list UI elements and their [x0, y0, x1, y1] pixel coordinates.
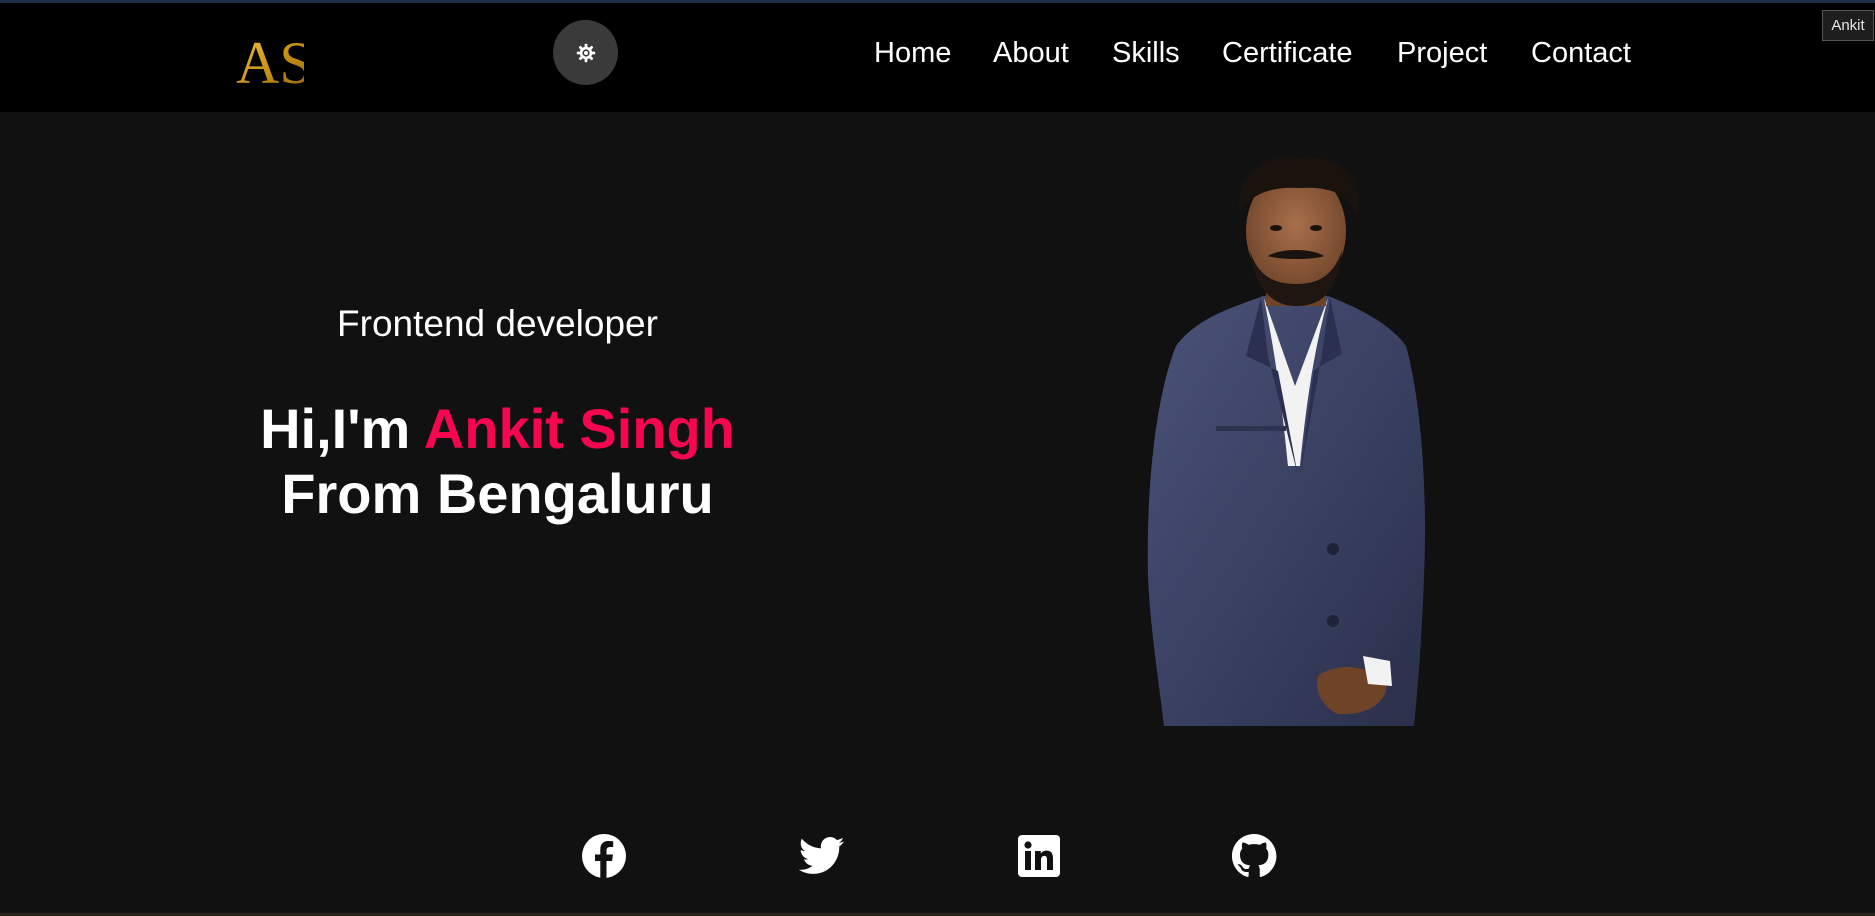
facebook-link[interactable]: [581, 833, 627, 879]
site-header: AS Home About Skills Certificate Project: [0, 3, 1875, 112]
hero-location: From Bengaluru: [281, 462, 714, 525]
portrait-photo: [1128, 156, 1442, 726]
nav-certificate[interactable]: Certificate: [1222, 33, 1353, 73]
theme-toggle-button[interactable]: [553, 20, 618, 85]
hero-name: Ankit Singh: [423, 397, 735, 460]
linkedin-link[interactable]: [1016, 833, 1062, 879]
twitter-link[interactable]: [799, 833, 845, 879]
nav-project[interactable]: Project: [1397, 33, 1487, 73]
hero-heading: Hi,I'm Ankit Singh From Bengaluru: [200, 396, 795, 526]
github-link[interactable]: [1231, 833, 1277, 879]
nav-home[interactable]: Home: [874, 33, 951, 73]
linkedin-icon: [1018, 835, 1060, 877]
site-logo[interactable]: AS: [234, 25, 313, 96]
nav-about[interactable]: About: [993, 33, 1069, 73]
logo-mark-icon: AS: [236, 30, 313, 96]
nav-contact[interactable]: Contact: [1531, 33, 1631, 73]
svg-text:AS: AS: [236, 30, 304, 89]
hover-tooltip: Ankit: [1822, 10, 1874, 41]
hero-role: Frontend developer: [337, 303, 658, 344]
gear-icon: [576, 43, 595, 62]
hero-greeting: Hi,I'm: [260, 397, 411, 460]
person-portrait-icon: [1147, 157, 1426, 726]
nav-skills[interactable]: Skills: [1112, 33, 1180, 73]
twitter-icon: [799, 837, 845, 874]
facebook-icon: [582, 834, 626, 878]
hero-greeting-line: Hi,I'm Ankit Singh: [200, 396, 795, 461]
github-icon: [1231, 833, 1277, 877]
